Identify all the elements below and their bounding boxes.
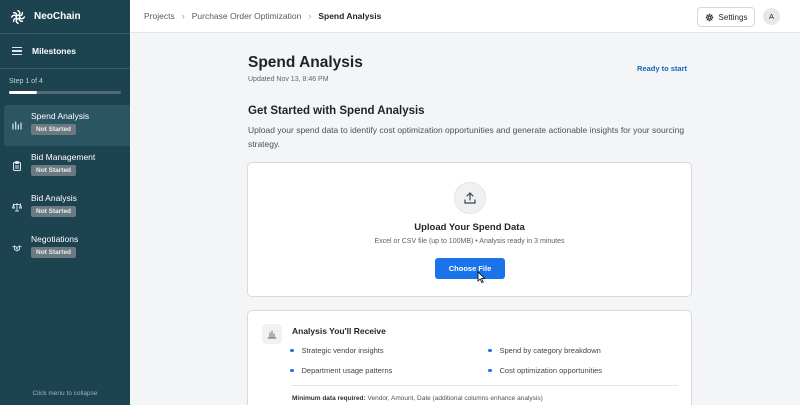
brand-name: NeoChain — [34, 11, 81, 22]
section-title: Get Started with Spend Analysis — [248, 105, 425, 117]
sidebar-footer-hint: Click menu to collapse — [32, 390, 98, 397]
page-title: Spend Analysis — [248, 54, 363, 71]
bullet-icon — [290, 368, 294, 373]
status-badge: Not Started — [31, 206, 77, 217]
menu-icon[interactable] — [12, 47, 22, 55]
scale-icon — [12, 202, 22, 212]
brand[interactable]: NeoChain — [0, 0, 130, 33]
breadcrumb-current: Spend Analysis — [318, 11, 382, 21]
minimum-data-value: Vendor, Amount, Date (additional columns… — [367, 395, 543, 402]
upload-subtitle: Excel or CSV file (up to 100MB) • Analys… — [374, 238, 565, 245]
minimum-data-label: Minimum data required: — [292, 395, 366, 402]
breadcrumb-projects[interactable]: Projects — [144, 11, 175, 21]
feature-item: Cost optimization opportunities — [488, 366, 602, 375]
sidebar: NeoChain Milestones Step 1 of 4 Spend An… — [0, 0, 130, 405]
sidebar-item-bid-management[interactable]: Bid Management Not Started — [0, 146, 130, 187]
avatar[interactable]: A — [763, 8, 780, 25]
feature-item: Strategic vendor insights — [290, 346, 384, 355]
settings-label: Settings — [718, 12, 748, 22]
clipboard-icon — [13, 161, 21, 171]
bullet-icon — [488, 368, 492, 373]
feature-label: Spend by category breakdown — [499, 346, 601, 355]
bullet-icon — [488, 348, 492, 353]
choose-file-button[interactable]: Choose File — [435, 258, 505, 279]
milestone-progress-bar — [9, 91, 121, 94]
chevron-right-icon: › — [308, 11, 312, 21]
chevron-right-icon: › — [181, 11, 185, 21]
breadcrumb-project[interactable]: Purchase Order Optimization — [192, 11, 302, 21]
sidebar-item-label: Negotiations — [31, 234, 79, 244]
feature-label: Cost optimization opportunities — [499, 366, 603, 375]
upload-title: Upload Your Spend Data — [414, 222, 525, 233]
upload-card[interactable]: Upload Your Spend Data Excel or CSV file… — [247, 162, 692, 297]
mouse-cursor-icon — [477, 271, 486, 283]
minimum-data-note: Minimum data required: Vendor, Amount, D… — [292, 395, 543, 402]
step-indicator: Step 1 of 4 — [9, 78, 43, 85]
analysis-title: Analysis You'll Receive — [292, 326, 386, 336]
gear-icon — [705, 13, 713, 21]
settings-button[interactable]: Settings — [697, 7, 755, 27]
sidebar-divider — [0, 68, 130, 69]
bar-chart-icon — [262, 324, 282, 344]
progress-fill — [9, 91, 37, 94]
updated-timestamp: Updated Nov 13, 8:46 PM — [248, 76, 329, 83]
section-description: Upload your spend data to identify cost … — [248, 125, 685, 149]
sidebar-item-label: Spend Analysis — [31, 111, 90, 121]
status-badge: Not Started — [31, 165, 77, 176]
sidebar-item-label: Bid Management — [31, 152, 96, 162]
status-badge: Not Started — [31, 124, 77, 135]
sidebar-item-negotiations[interactable]: Negotiations Not Started — [0, 228, 130, 269]
feature-item: Spend by category breakdown — [488, 346, 601, 355]
sidebar-item-bid-analysis[interactable]: Bid Analysis Not Started — [0, 187, 130, 228]
topbar: Projects › Purchase Order Optimization ›… — [130, 0, 800, 33]
sidebar-item-spend-analysis[interactable]: Spend Analysis Not Started — [4, 105, 130, 146]
milestones-header[interactable]: Milestones — [0, 34, 130, 68]
upload-icon — [454, 182, 486, 214]
sidebar-item-label: Bid Analysis — [31, 193, 77, 203]
feature-label: Strategic vendor insights — [301, 346, 384, 355]
status-badge: Not Started — [31, 247, 77, 258]
neochain-logo-icon — [10, 9, 26, 24]
ready-to-start-link[interactable]: Ready to start — [637, 64, 687, 73]
main-content: Spend Analysis Updated Nov 13, 8:46 PM R… — [130, 33, 800, 405]
feature-item: Department usage patterns — [290, 366, 392, 375]
analysis-card: Analysis You'll Receive Strategic vendor… — [247, 310, 692, 405]
breadcrumb: Projects › Purchase Order Optimization ›… — [130, 11, 381, 21]
bar-chart-icon — [12, 121, 22, 130]
milestones-label: Milestones — [32, 46, 76, 56]
handshake-icon — [12, 245, 22, 252]
milestone-nav: Spend Analysis Not Started Bid Managemen… — [0, 105, 130, 269]
divider — [291, 385, 678, 386]
bullet-icon — [290, 348, 294, 353]
feature-label: Department usage patterns — [301, 366, 393, 375]
